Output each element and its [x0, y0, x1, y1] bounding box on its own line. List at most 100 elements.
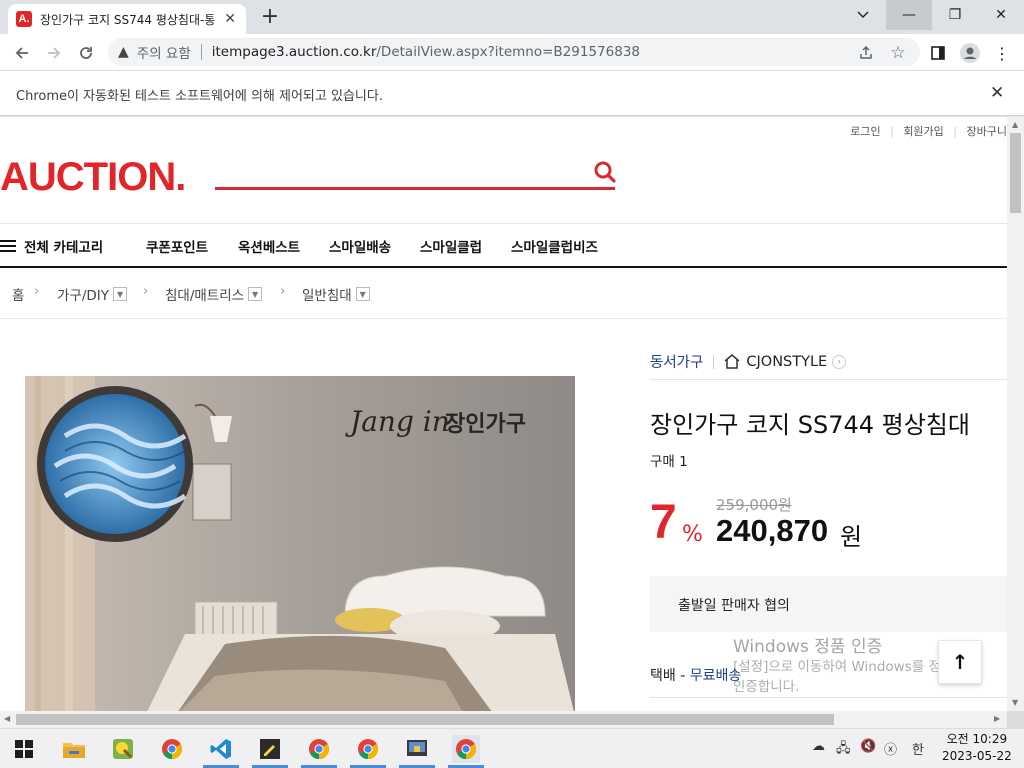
- bookmark-star-icon[interactable]: ☆: [884, 39, 912, 67]
- chevron-right-icon[interactable]: ›: [832, 354, 847, 369]
- scrollbar-corner: [1007, 711, 1024, 728]
- activation-title: Windows 정품 인증: [733, 637, 883, 657]
- seller-row: 동서가구 CJONSTYLE ›: [650, 351, 847, 372]
- clock-time: 오전 10:29: [946, 732, 1008, 746]
- scroll-up-arrow-icon[interactable]: ▲: [1012, 120, 1018, 129]
- cart-link[interactable]: 장바구니: [967, 125, 1007, 138]
- chrome-icon[interactable]: [158, 735, 186, 763]
- nav-item-smile-club-biz[interactable]: 스마일클럽비즈: [511, 236, 598, 256]
- chrome-icon[interactable]: [354, 735, 382, 763]
- taskbar-clock[interactable]: 오전 10:29 2023-05-22: [942, 731, 1012, 765]
- chevron-down-icon[interactable]: ▼: [248, 287, 263, 301]
- restore-button[interactable]: ❐: [932, 0, 978, 30]
- omnibox-divider: [200, 44, 202, 60]
- all-category-label: 전체 카테고리: [24, 240, 104, 256]
- window-close-button[interactable]: ✕: [978, 0, 1024, 30]
- search-icon[interactable]: [592, 159, 618, 185]
- nav-item-smile-club[interactable]: 스마일클럽: [420, 236, 482, 256]
- vscode-icon[interactable]: [207, 735, 235, 763]
- url-host: itempage3.auction.co.kr: [211, 44, 377, 60]
- breadcrumb-level-1[interactable]: 가구/DIY ▼: [57, 284, 128, 304]
- onedrive-icon[interactable]: ☁: [812, 739, 825, 754]
- activation-line-1: [설정]으로 이동하여 Windows를 정품: [733, 659, 954, 675]
- seller-name[interactable]: 동서가구: [650, 351, 703, 372]
- windows-start-icon[interactable]: [10, 735, 38, 763]
- breadcrumb-level-3[interactable]: 일반침대 ▼: [302, 284, 370, 304]
- share-icon[interactable]: [852, 39, 880, 67]
- breadcrumb-label: 일반침대: [302, 288, 352, 304]
- browser-tab[interactable]: A. 장인가구 코지 SS744 평상침대-통 ✕: [8, 4, 246, 34]
- global-nav: 전체 카테고리 쿠폰포인트 옥션베스트 스마일배송 스마일클럽 스마일클럽비즈: [0, 223, 1007, 268]
- file-explorer-icon[interactable]: [60, 735, 88, 763]
- store-name[interactable]: CJONSTYLE: [746, 354, 827, 370]
- divider: [650, 697, 1007, 698]
- util-divider: |: [953, 125, 958, 138]
- minimize-button[interactable]: —: [886, 0, 932, 30]
- login-link[interactable]: 로그인: [850, 125, 880, 138]
- nav-item-best[interactable]: 옥션베스트: [238, 236, 300, 256]
- side-panel-icon[interactable]: [924, 39, 952, 67]
- menu-kebab-icon[interactable]: ⋮: [988, 39, 1016, 67]
- infobar-message: Chrome이 자동화된 테스트 소프트웨어에 의해 제어되고 있습니다.: [16, 89, 383, 104]
- address-bar[interactable]: ▲ 주의 요함 itempage3.auction.co.kr/DetailVi…: [108, 38, 920, 66]
- scroll-right-arrow-icon[interactable]: ▶: [994, 714, 1000, 723]
- page-viewport: 로그인 | 회원가입 | 장바구니 AUCTION. 전체 카테고리 쿠폰포인트…: [0, 117, 1007, 711]
- notification-x-icon[interactable]: ⓧ: [884, 739, 897, 758]
- utility-links: 로그인 | 회원가입 | 장바구니: [844, 123, 1007, 139]
- reload-button[interactable]: [72, 39, 100, 67]
- nav-item-coupon[interactable]: 쿠폰포인트: [146, 236, 208, 256]
- security-status[interactable]: 주의 요함: [137, 42, 191, 62]
- breadcrumb-label: 가구/DIY: [57, 288, 110, 304]
- discount-unit: %: [682, 522, 703, 547]
- python-app-icon[interactable]: [403, 735, 431, 763]
- nav-item-smile-delivery[interactable]: 스마일배송: [329, 236, 391, 256]
- chrome-icon[interactable]: [452, 735, 480, 763]
- breadcrumb-level-2[interactable]: 침대/매트리스 ▼: [165, 284, 263, 304]
- ship-date-text: 출발일 판매자 협의: [678, 598, 790, 614]
- new-tab-button[interactable]: +: [258, 5, 282, 29]
- horizontal-scrollbar[interactable]: ◀ ▶: [0, 711, 1007, 728]
- activation-line-2: 인증합니다.: [733, 679, 800, 695]
- signup-link[interactable]: 회원가입: [903, 125, 943, 138]
- paint-app-icon[interactable]: [109, 735, 137, 763]
- tab-close-icon[interactable]: ✕: [222, 11, 238, 27]
- profile-avatar-icon[interactable]: [956, 39, 984, 67]
- windows-taskbar: ☁ 🖧 🔇 ⓧ 한 오전 10:29 2023-05-22: [0, 728, 1024, 768]
- back-button[interactable]: [8, 39, 36, 67]
- purchase-count: 구매 1: [650, 454, 688, 470]
- ime-indicator[interactable]: 한: [912, 739, 924, 758]
- all-category-button[interactable]: 전체 카테고리: [0, 236, 103, 256]
- chevron-down-icon[interactable]: ▼: [355, 287, 370, 301]
- horizontal-scroll-thumb[interactable]: [16, 714, 834, 725]
- vertical-scrollbar[interactable]: ▲ ▼: [1007, 117, 1024, 711]
- search-input[interactable]: [215, 187, 615, 190]
- chrome-icon[interactable]: [305, 735, 333, 763]
- auction-logo[interactable]: AUCTION.: [0, 155, 186, 200]
- scroll-top-button[interactable]: ↑: [938, 640, 982, 684]
- breadcrumb-chevron-icon: ›: [280, 284, 286, 299]
- forward-button[interactable]: [40, 39, 68, 67]
- ship-date-box: 출발일 판매자 협의: [650, 576, 1007, 632]
- breadcrumb-label: 침대/매트리스: [165, 288, 245, 304]
- scroll-down-arrow-icon[interactable]: ▼: [1012, 698, 1018, 707]
- logo-text: AUCTION: [0, 155, 176, 199]
- divider: [650, 379, 1007, 380]
- product-image[interactable]: Jang in 장인가구: [25, 376, 575, 711]
- breadcrumb-home[interactable]: 홈: [12, 284, 24, 304]
- activation-message: [설정]으로 이동하여 Windows를 정품인증합니다.: [733, 657, 953, 697]
- vertical-scroll-thumb[interactable]: [1010, 133, 1021, 213]
- brand-mark-latin: Jang in: [345, 405, 450, 438]
- network-icon[interactable]: 🖧: [836, 739, 851, 761]
- home-icon: [724, 354, 740, 369]
- price-unit: 원: [840, 523, 863, 551]
- url-path: /DetailView.aspx?itemno=B291576838: [376, 44, 641, 60]
- infobar-close-icon[interactable]: ✕: [990, 83, 1004, 103]
- sticky-notes-icon[interactable]: [256, 735, 284, 763]
- tab-search-icon[interactable]: [840, 0, 886, 30]
- url-text[interactable]: itempage3.auction.co.kr/DetailView.aspx?…: [212, 44, 640, 60]
- scroll-left-arrow-icon[interactable]: ◀: [4, 714, 10, 723]
- warning-icon[interactable]: ▲: [118, 44, 129, 60]
- chevron-down-icon[interactable]: ▼: [113, 287, 128, 301]
- volume-muted-icon[interactable]: 🔇: [860, 739, 876, 754]
- auction-favicon-icon: A.: [16, 11, 32, 27]
